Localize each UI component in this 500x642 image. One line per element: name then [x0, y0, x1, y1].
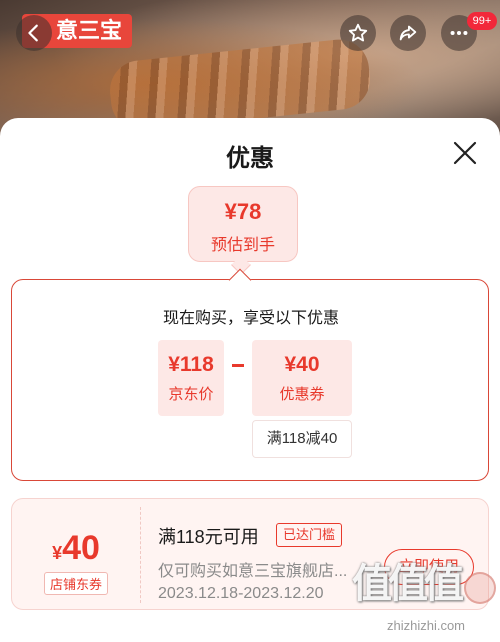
- estimated-price-box: ¥78 预估到手: [188, 186, 298, 262]
- jd-price: ¥118: [168, 353, 214, 376]
- message-count-badge: 99+: [467, 12, 497, 30]
- jd-price-label: 京东价: [168, 386, 214, 403]
- site-watermark-logo: 值 值 值: [352, 552, 500, 626]
- coupon-validity-dates: 2023.12.18-2023.12.20: [158, 585, 324, 602]
- coupon-discount-label: 优惠券: [279, 386, 325, 403]
- estimated-price: ¥78: [224, 199, 262, 224]
- back-button[interactable]: [16, 15, 52, 51]
- watermark-glyph: 值: [352, 562, 392, 606]
- estimated-price-label: 预估到手: [210, 237, 275, 254]
- watermark-url: zhizhizhi.com: [386, 618, 466, 633]
- discount-breakdown: 现在购买，享受以下优惠 ¥118 京东价 ¥40 优惠券 满118减40: [11, 279, 489, 481]
- more-dots-icon: [450, 30, 468, 36]
- coupon-type-tag: 店铺东券: [43, 572, 108, 595]
- star-icon: [348, 23, 368, 42]
- close-button[interactable]: [452, 140, 478, 166]
- coupon-divider: [140, 507, 141, 603]
- breakdown-title: 现在购买，享受以下优惠: [162, 310, 339, 327]
- chevron-left-icon: [28, 24, 38, 42]
- favorite-button[interactable]: [340, 15, 376, 51]
- coupon-discount-cell: ¥40 优惠券: [252, 340, 352, 416]
- jd-price-cell: ¥118 京东价: [158, 340, 224, 416]
- coupon-condition-chip: 满118减40: [252, 420, 352, 458]
- share-button[interactable]: [390, 15, 426, 51]
- watermark-glyph: 值: [388, 562, 428, 606]
- watermark-glyph: 值: [424, 562, 464, 606]
- coupon-status-badge: 已达门槛: [276, 523, 343, 547]
- coupon-amount-value: 40: [62, 529, 100, 567]
- coupon-amount: ¥40: [12, 529, 140, 568]
- share-icon: [399, 25, 417, 41]
- watermark-seal: [464, 572, 496, 604]
- close-icon: [453, 141, 477, 165]
- coupon-value-section: ¥40 店铺东券: [12, 499, 140, 611]
- coupon-condition: 满118元可用: [158, 527, 259, 547]
- sheet-title: 优惠: [226, 145, 274, 172]
- coupon-currency: ¥: [52, 543, 63, 563]
- minus-sign: [232, 364, 244, 367]
- coupon-discount-price: ¥40: [284, 353, 320, 376]
- coupon-scope: 仅可购买如意三宝旗舰店...: [158, 563, 348, 580]
